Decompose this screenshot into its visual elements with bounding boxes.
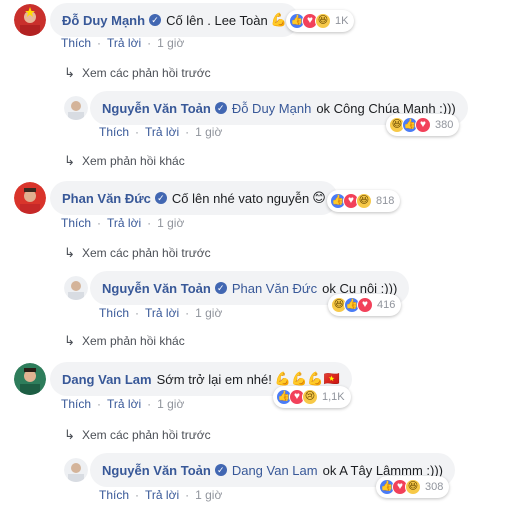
verified-check-icon: ✓ xyxy=(214,282,227,294)
comment-actions: Thích · Trả lời · 1 giờ xyxy=(61,397,185,411)
reply-arrow-icon: ↳ xyxy=(64,153,75,168)
comment-bubble: Phan Văn Đức ✓ Cố lên nhé vato nguyễn 😊 xyxy=(50,181,338,215)
haha-reaction-icon: 😆 xyxy=(356,193,372,209)
reply-link[interactable]: Trả lời xyxy=(107,397,141,411)
verified-check-icon: ✓ xyxy=(149,14,162,26)
reply-author[interactable]: Nguyễn Văn Toản xyxy=(102,101,211,116)
comment-emoji: 💪💪💪🇻🇳 xyxy=(274,371,340,386)
view-previous-replies-link[interactable]: ↳ Xem các phản hồi trước xyxy=(64,65,211,81)
reaction-summary[interactable]: 👍 ♥ 😆 308 xyxy=(376,476,450,498)
reply-arrow-icon: ↳ xyxy=(64,65,75,80)
avatar-nguyen-van-toan[interactable] xyxy=(64,458,88,482)
like-link[interactable]: Thích xyxy=(99,306,129,320)
avatar-nguyen-van-toan[interactable] xyxy=(64,96,88,120)
love-reaction-icon: ♥ xyxy=(357,297,373,313)
comment-text: Sớm trở lại em nhé! xyxy=(156,371,272,387)
view-more-replies-link[interactable]: ↳ Xem phản hồi khác xyxy=(64,333,185,349)
comment-bubble: Đỗ Duy Mạnh ✓ Cố lên . Lee Toàn 💪 xyxy=(50,3,299,37)
timestamp[interactable]: 1 giờ xyxy=(195,488,222,502)
avatar-dang-van-lam[interactable] xyxy=(14,363,46,395)
like-link[interactable]: Thích xyxy=(61,36,91,50)
timestamp[interactable]: 1 giờ xyxy=(157,397,184,411)
reply-author[interactable]: Nguyễn Văn Toản xyxy=(102,463,211,478)
reply-link[interactable]: Trả lời xyxy=(145,125,179,139)
reply-actions: Thích · Trả lời · 1 giờ xyxy=(99,125,223,139)
like-link[interactable]: Thích xyxy=(99,488,129,502)
reaction-count: 1,1K xyxy=(322,391,345,403)
reply-link[interactable]: Trả lời xyxy=(145,306,179,320)
avatar-nguyen-van-toan[interactable] xyxy=(64,276,88,300)
tagged-user[interactable]: Đỗ Duy Mạnh xyxy=(232,101,311,116)
comment-emoji: 😊 xyxy=(312,190,326,205)
timestamp[interactable]: 1 giờ xyxy=(195,125,222,139)
reaction-count: 1K xyxy=(335,15,349,27)
reply-arrow-icon: ↳ xyxy=(64,333,75,348)
reply-link[interactable]: Trả lời xyxy=(107,216,141,230)
reaction-count: 308 xyxy=(425,481,444,493)
reply-actions: Thích · Trả lời · 1 giờ xyxy=(99,306,223,320)
verified-check-icon: ✓ xyxy=(214,464,227,476)
timestamp[interactable]: 1 giờ xyxy=(157,216,184,230)
view-previous-replies-link[interactable]: ↳ Xem các phản hồi trước xyxy=(64,427,211,443)
comment-actions: Thích · Trả lời · 1 giờ xyxy=(61,216,185,230)
avatar-do-duy-manh[interactable] xyxy=(14,4,46,36)
comment-actions: Thích · Trả lời · 1 giờ xyxy=(61,36,185,50)
reply-arrow-icon: ↳ xyxy=(64,245,75,260)
comment-text: Cố lên nhé vato nguyễn xyxy=(171,190,310,206)
view-more-replies-link[interactable]: ↳ Xem phản hồi khác xyxy=(64,153,185,169)
reaction-summary[interactable]: 👍 ♥ 😆 1K xyxy=(286,10,355,32)
reply-link[interactable]: Trả lời xyxy=(145,488,179,502)
tagged-user[interactable]: Dang Van Lam xyxy=(232,463,318,478)
reply-actions: Thích · Trả lời · 1 giờ xyxy=(99,488,223,502)
verified-check-icon: ✓ xyxy=(214,102,227,114)
avatar-phan-van-duc[interactable] xyxy=(14,182,46,214)
like-link[interactable]: Thích xyxy=(61,397,91,411)
haha-reaction-icon: 😆 xyxy=(405,479,421,495)
reaction-summary[interactable]: 😆 👍 ♥ 416 xyxy=(328,294,402,316)
comment-author[interactable]: Phan Văn Đức xyxy=(62,191,151,206)
reaction-count: 380 xyxy=(435,119,454,131)
comment-emoji: 💪 xyxy=(270,12,287,27)
sad-reaction-icon: 😢 xyxy=(302,389,318,405)
like-link[interactable]: Thích xyxy=(99,125,129,139)
verified-check-icon: ✓ xyxy=(154,192,167,204)
tagged-user[interactable]: Phan Văn Đức xyxy=(232,281,317,296)
like-link[interactable]: Thích xyxy=(61,216,91,230)
love-reaction-icon: ♥ xyxy=(415,117,431,133)
timestamp[interactable]: 1 giờ xyxy=(195,306,222,320)
reply-author[interactable]: Nguyễn Văn Toản xyxy=(102,281,211,296)
reply-link[interactable]: Trả lời xyxy=(107,36,141,50)
timestamp[interactable]: 1 giờ xyxy=(157,36,184,50)
reaction-summary[interactable]: 👍 ♥ 😆 818 xyxy=(327,190,401,212)
comment-text: Cố lên . Lee Toàn xyxy=(166,12,268,28)
reply-arrow-icon: ↳ xyxy=(64,427,75,442)
reaction-count: 818 xyxy=(376,195,395,207)
reaction-summary[interactable]: 😆 👍 ♥ 380 xyxy=(386,114,460,136)
reaction-summary[interactable]: 👍 ♥ 😢 1,1K xyxy=(273,386,351,408)
haha-reaction-icon: 😆 xyxy=(315,13,331,29)
reaction-count: 416 xyxy=(377,299,396,311)
view-previous-replies-link[interactable]: ↳ Xem các phản hồi trước xyxy=(64,245,211,261)
comment-author[interactable]: Đỗ Duy Mạnh xyxy=(62,13,145,28)
comment-author[interactable]: Dang Van Lam xyxy=(62,372,152,387)
